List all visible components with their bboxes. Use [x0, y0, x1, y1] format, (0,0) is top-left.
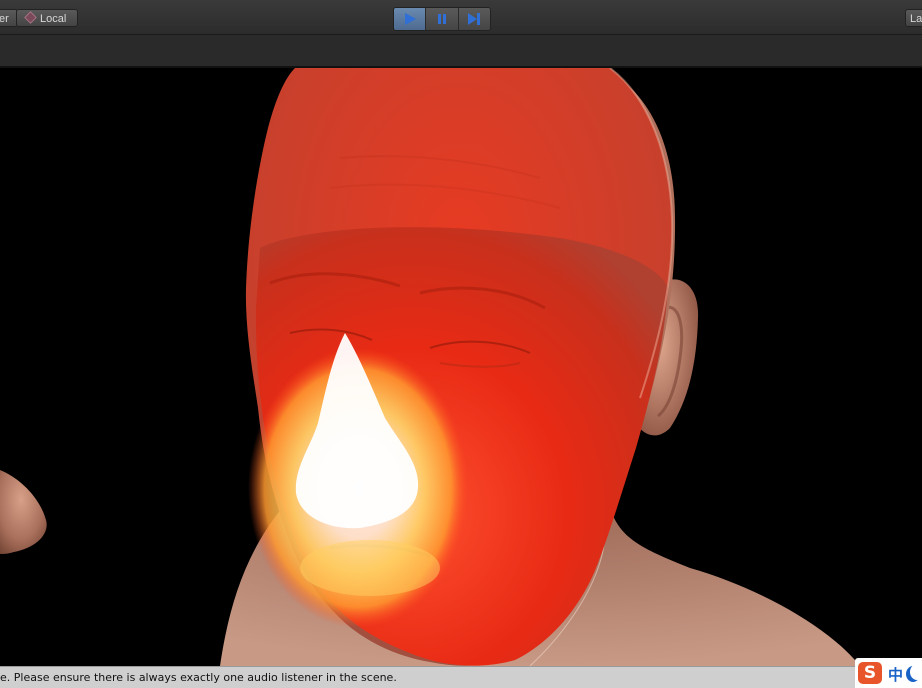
local-global-toggle[interactable]: Local	[16, 9, 78, 27]
ime-toolbar[interactable]: S 中	[855, 658, 922, 688]
game-viewport[interactable]	[0, 68, 922, 666]
play-button[interactable]	[394, 8, 427, 30]
play-controls	[393, 7, 491, 31]
layers-dropdown[interactable]: La	[905, 9, 922, 27]
head-render	[0, 68, 860, 666]
main-toolbar: er Local	[0, 0, 922, 35]
space-label: Local	[40, 13, 67, 25]
status-bar[interactable]: e. Please ensure there is always exactly…	[0, 666, 922, 688]
pivot-label: er	[0, 13, 9, 25]
step-icon	[468, 13, 481, 25]
status-message: e. Please ensure there is always exactly…	[0, 671, 397, 684]
step-button[interactable]	[458, 8, 490, 30]
sogou-logo-icon[interactable]: S	[858, 662, 882, 684]
layers-label: La	[910, 13, 922, 25]
ime-language-toggle[interactable]: 中	[888, 664, 903, 685]
pause-button[interactable]	[426, 8, 459, 30]
game-view-header	[0, 35, 922, 68]
unity-editor-window: er Local	[0, 0, 922, 688]
local-space-icon	[24, 11, 37, 24]
pause-icon	[437, 14, 446, 24]
moon-icon[interactable]	[910, 664, 922, 680]
play-icon	[404, 13, 416, 25]
